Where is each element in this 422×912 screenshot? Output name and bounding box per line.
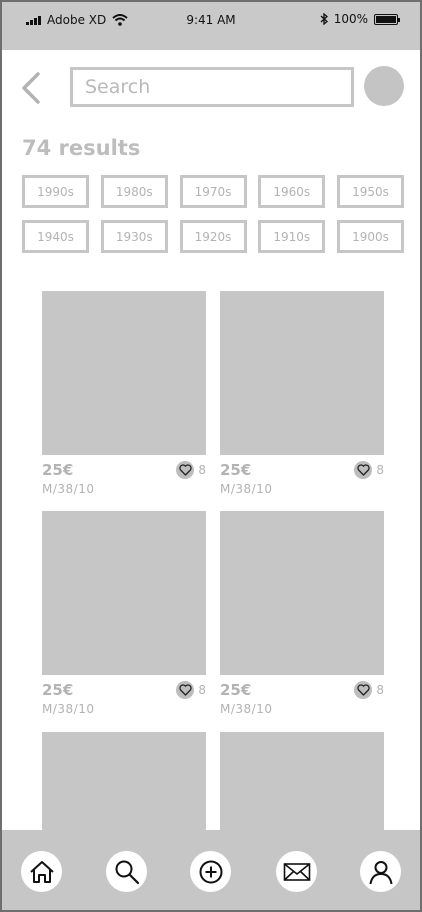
battery-icon xyxy=(374,13,400,25)
like-count: 8 xyxy=(376,463,384,477)
product-meta: 25€ M/38/10 8 xyxy=(220,675,384,716)
mail-icon xyxy=(283,862,310,881)
filter-chip[interactable]: 1920s xyxy=(179,220,247,253)
bluetooth-icon xyxy=(320,13,328,25)
tab-bar xyxy=(2,830,420,910)
product-meta: 25€ M/38/10 8 xyxy=(42,455,206,496)
filter-chip[interactable]: 1930s xyxy=(100,220,168,253)
avatar[interactable] xyxy=(364,66,404,106)
product-card[interactable]: 25€ M/38/10 8 xyxy=(42,291,206,496)
product-card[interactable]: 25€ M/38/10 8 xyxy=(220,291,384,496)
back-arrow-icon[interactable] xyxy=(18,70,44,106)
profile-icon xyxy=(369,860,392,884)
product-size: M/38/10 xyxy=(220,482,273,496)
product-grid: 25€ M/38/10 8 25€ M/38/10 8 25€ M/38/10 … xyxy=(42,291,384,716)
like-group: 8 xyxy=(176,461,206,479)
product-image[interactable] xyxy=(42,291,206,455)
product-image[interactable] xyxy=(220,291,384,455)
heart-icon[interactable] xyxy=(354,461,373,479)
product-size: M/38/10 xyxy=(220,702,273,716)
like-count: 8 xyxy=(198,463,206,477)
results-count: 74 results xyxy=(22,136,141,160)
messages-tab[interactable] xyxy=(276,851,317,892)
product-image[interactable] xyxy=(42,511,206,675)
product-meta: 25€ M/38/10 8 xyxy=(220,455,384,496)
filter-chip[interactable]: 1910s xyxy=(258,220,326,253)
search-icon xyxy=(115,860,139,884)
filter-chip[interactable]: 1980s xyxy=(100,175,168,208)
like-count: 8 xyxy=(198,683,206,697)
decade-filters: 1990s 1980s 1970s 1960s 1950s 1940s 1930… xyxy=(22,175,404,253)
battery-fill xyxy=(376,15,396,23)
filter-chip[interactable]: 1900s xyxy=(337,220,404,253)
search-input[interactable] xyxy=(70,67,354,107)
filter-chip[interactable]: 1950s xyxy=(337,175,404,208)
product-price: 25€ xyxy=(220,681,252,699)
heart-icon[interactable] xyxy=(176,461,195,479)
product-image[interactable] xyxy=(42,732,206,830)
like-count: 8 xyxy=(376,683,384,697)
product-image[interactable] xyxy=(220,732,384,830)
product-card[interactable]: 25€ M/38/10 8 xyxy=(220,511,384,716)
heart-icon[interactable] xyxy=(354,681,373,699)
filter-chip[interactable]: 1940s xyxy=(22,220,89,253)
home-icon xyxy=(29,860,54,883)
heart-icon[interactable] xyxy=(176,681,195,699)
filter-chip[interactable]: 1970s xyxy=(179,175,247,208)
profile-tab[interactable] xyxy=(360,851,401,892)
like-group: 8 xyxy=(176,681,206,699)
add-tab[interactable] xyxy=(190,851,231,892)
phone-frame: Adobe XD 9:41 AM 100% 74 results 1990s 1… xyxy=(0,0,422,912)
like-group: 8 xyxy=(354,461,384,479)
product-card[interactable]: 25€ M/38/10 8 xyxy=(42,511,206,716)
product-price: 25€ xyxy=(220,461,252,479)
like-group: 8 xyxy=(354,681,384,699)
status-bar: Adobe XD 9:41 AM 100% xyxy=(2,2,420,50)
product-size: M/38/10 xyxy=(42,482,95,496)
status-right: 100% xyxy=(320,12,400,26)
product-row-partial xyxy=(42,732,384,830)
product-price: 25€ xyxy=(42,461,74,479)
product-price: 25€ xyxy=(42,681,74,699)
filter-chip[interactable]: 1990s xyxy=(22,175,89,208)
battery-percent: 100% xyxy=(333,12,368,26)
search-tab[interactable] xyxy=(106,851,147,892)
product-size: M/38/10 xyxy=(42,702,95,716)
home-tab[interactable] xyxy=(21,851,62,892)
product-image[interactable] xyxy=(220,511,384,675)
product-meta: 25€ M/38/10 8 xyxy=(42,675,206,716)
add-icon xyxy=(199,860,222,883)
filter-chip[interactable]: 1960s xyxy=(258,175,326,208)
